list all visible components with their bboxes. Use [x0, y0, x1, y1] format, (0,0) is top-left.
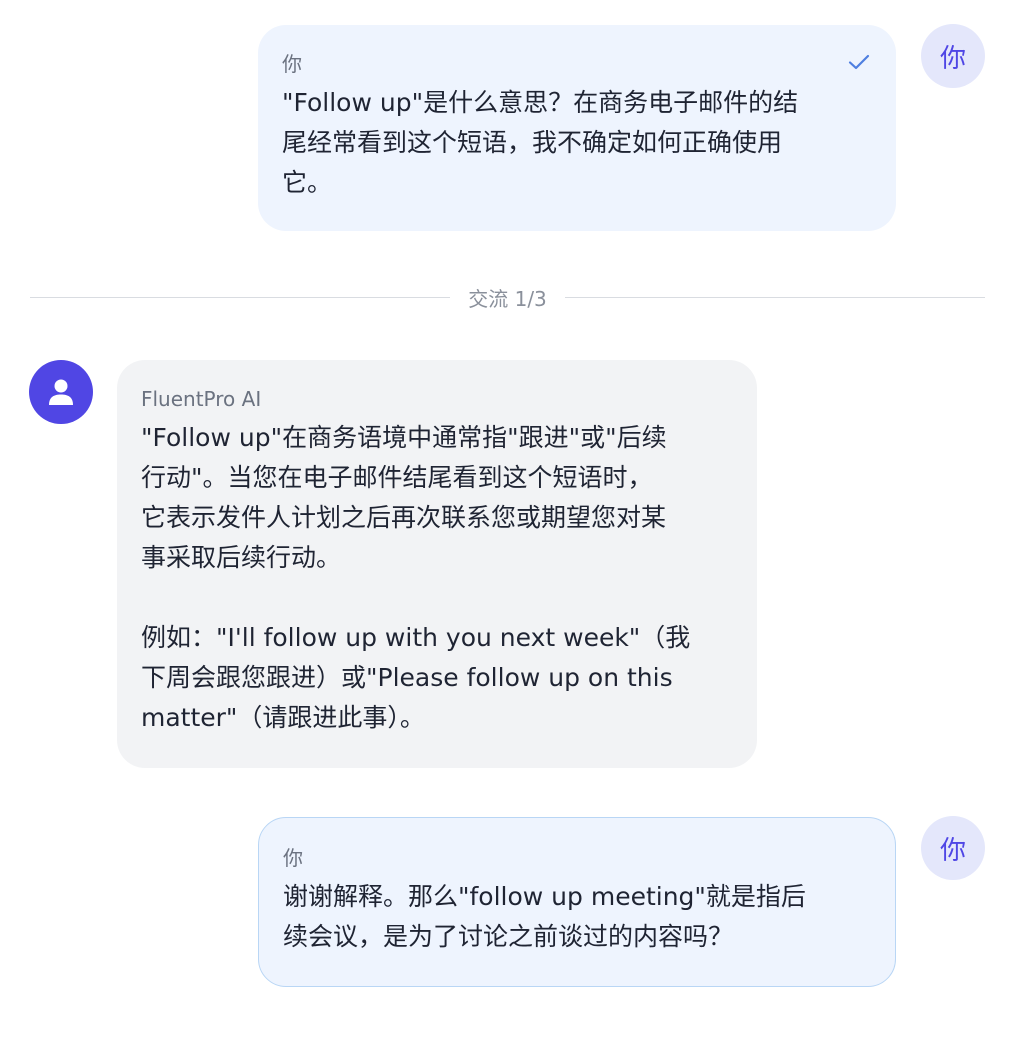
- user-avatar: 你: [921, 816, 985, 880]
- message-sender-label: 你: [282, 52, 302, 76]
- checkmark-icon: [848, 54, 870, 70]
- divider-line: [30, 296, 451, 298]
- exchange-counter: 交流 1/3: [468, 286, 547, 311]
- message-text: "Follow up"在商务语境中通常指"跟进"或"后续 行动"。当您在电子邮件…: [141, 423, 691, 732]
- message-text: 谢谢解释。那么"follow up meeting"就是指后 续会议，是为了讨论…: [283, 882, 806, 951]
- message-sender-label: FluentPro AI: [141, 387, 262, 411]
- ai-message-bubble: FluentPro AI "Follow up"在商务语境中通常指"跟进"或"后…: [117, 360, 757, 768]
- message-text: "Follow up"是什么意思？在商务电子邮件的结 尾经常看到这个短语，我不确…: [282, 88, 799, 197]
- divider-line: [564, 296, 986, 298]
- user-message-bubble: 你 "Follow up"是什么意思？在商务电子邮件的结 尾经常看到这个短语，我…: [258, 25, 896, 231]
- user-silhouette-icon: [49, 379, 73, 405]
- exchange-divider: 交流 1/3: [30, 282, 986, 312]
- user-avatar: 你: [921, 24, 985, 88]
- user-message-bubble: 你 谢谢解释。那么"follow up meeting"就是指后 续会议，是为了…: [258, 817, 896, 987]
- message-sender-label: 你: [283, 846, 303, 870]
- ai-avatar: [29, 360, 93, 424]
